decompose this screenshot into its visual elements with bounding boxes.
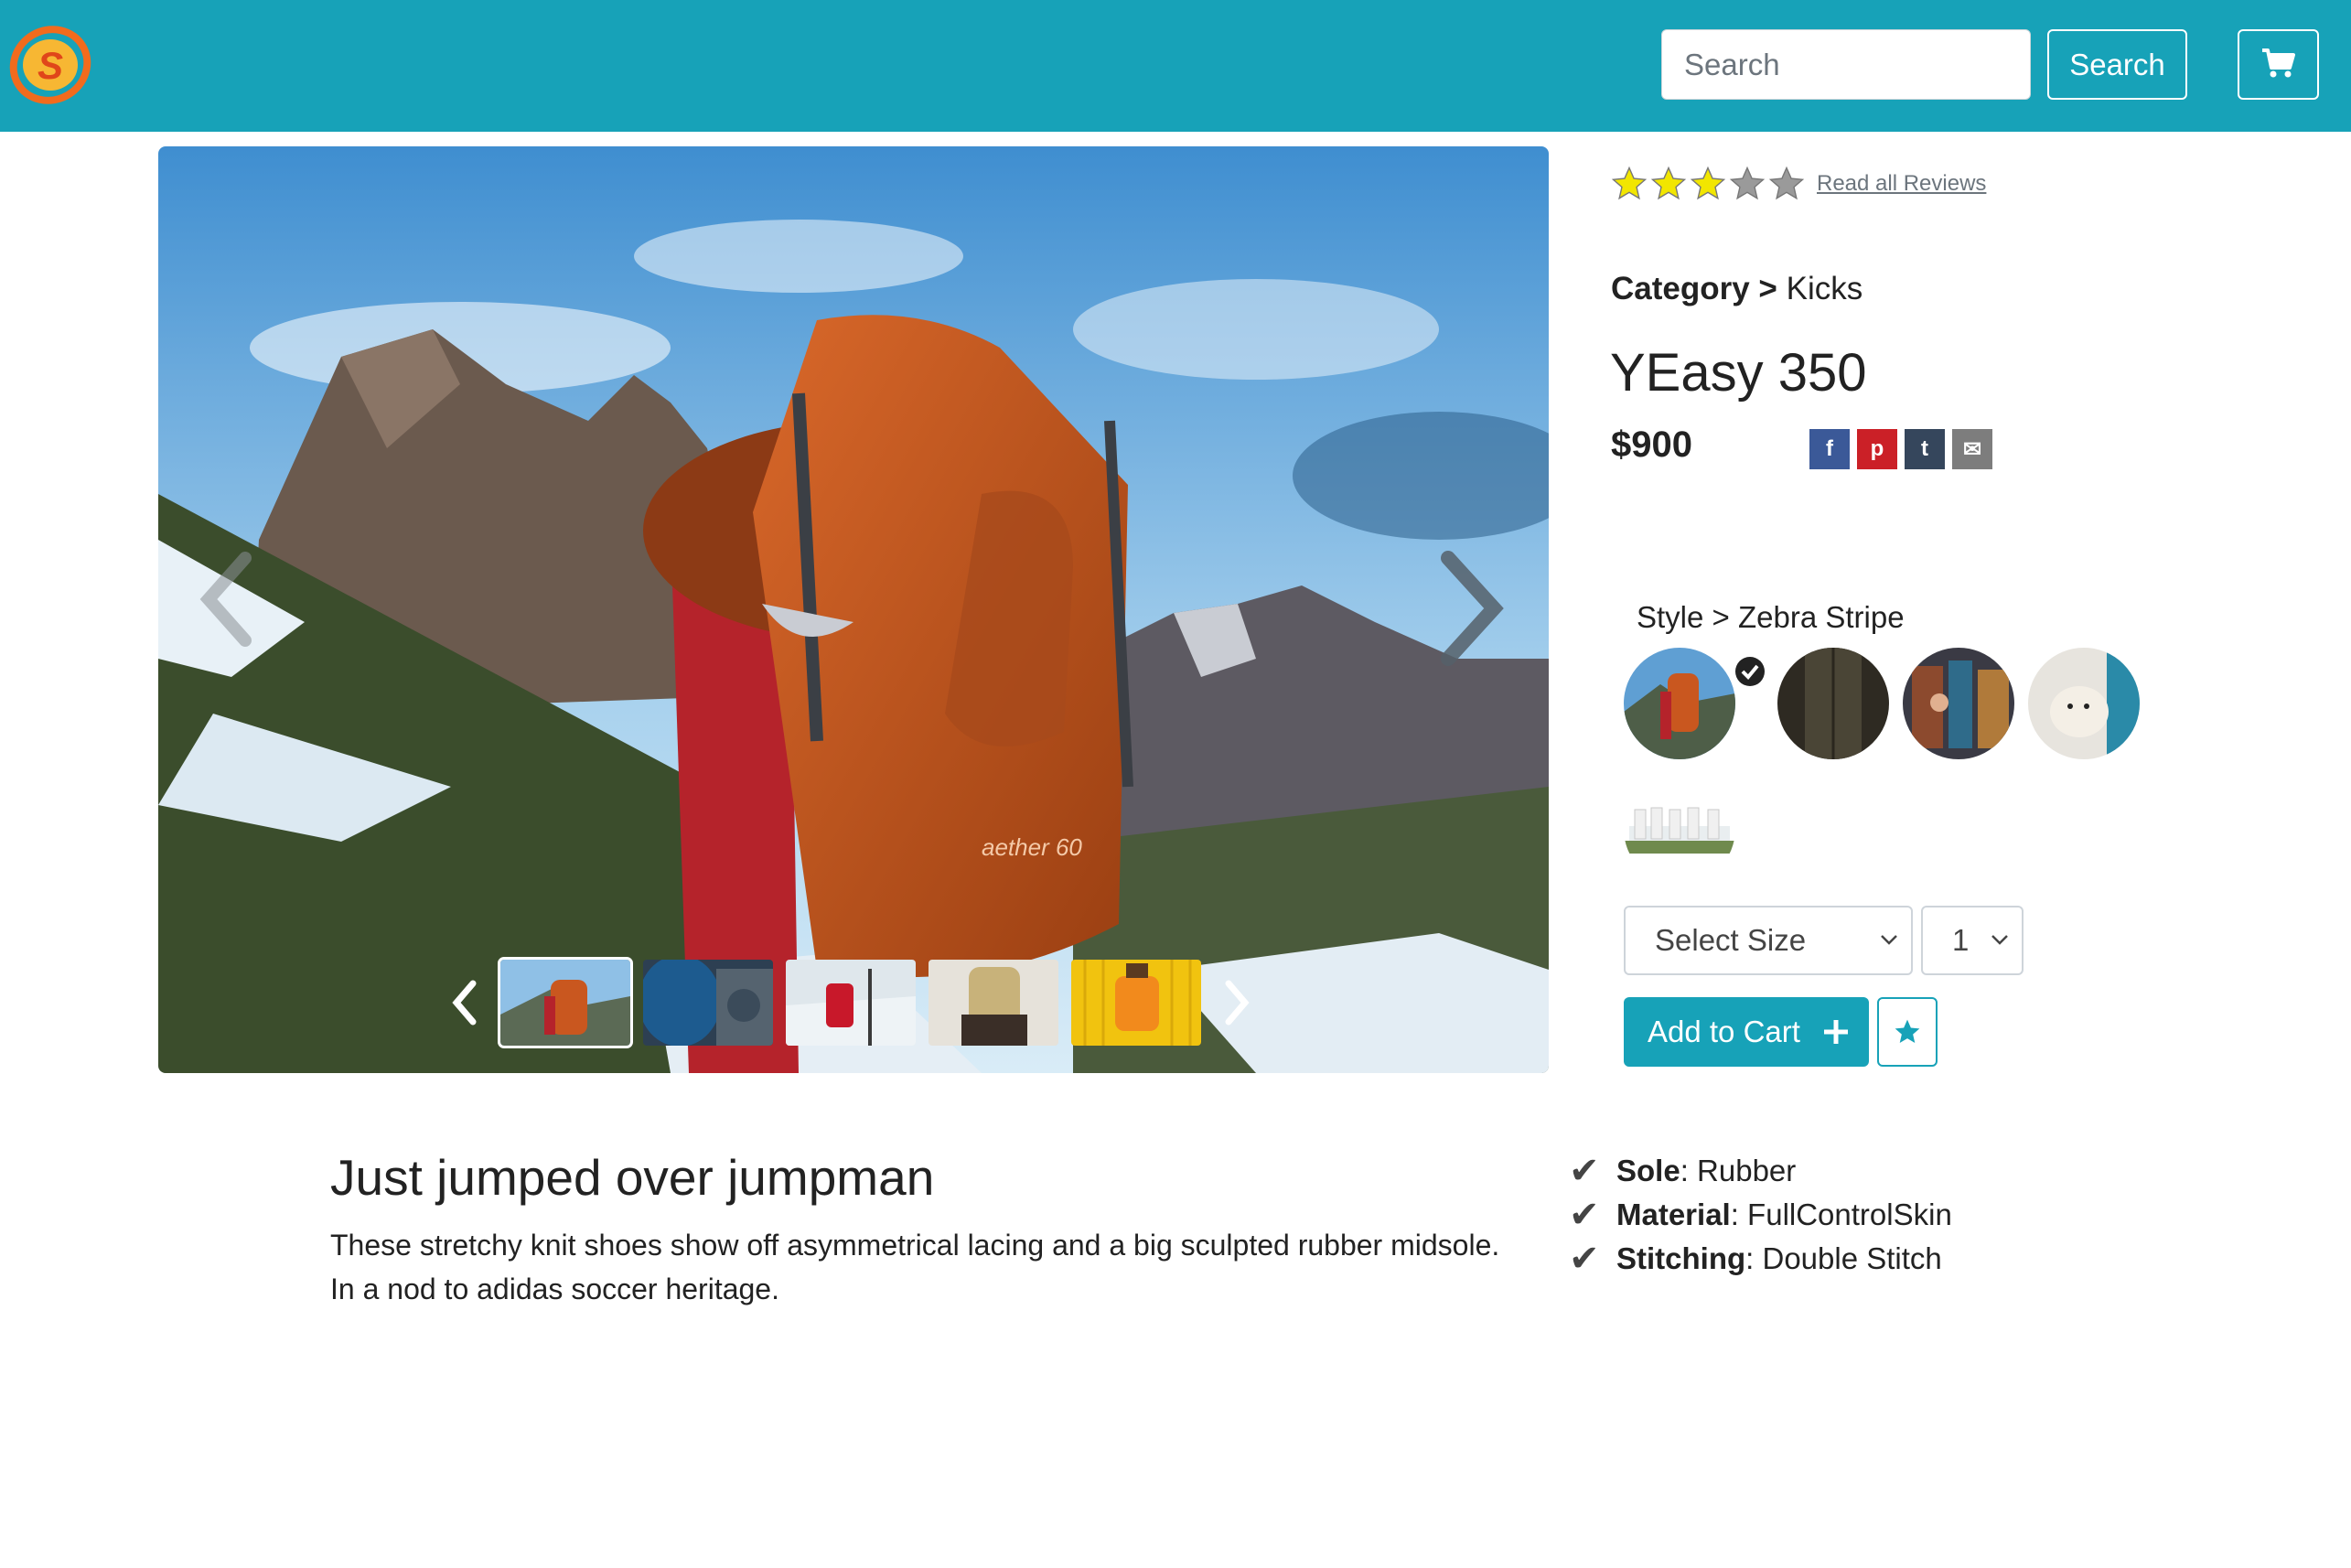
thumbnail-prev-button[interactable] bbox=[442, 961, 488, 1044]
thumbnail-item[interactable] bbox=[786, 960, 916, 1046]
style-swatch-group[interactable] bbox=[1624, 773, 1735, 885]
thumbnail-next-button[interactable] bbox=[1214, 961, 1260, 1044]
star-rating bbox=[1610, 165, 1806, 203]
size-select[interactable]: Select Size bbox=[1624, 906, 1913, 975]
facebook-icon[interactable]: f bbox=[1809, 429, 1850, 469]
product-title: YEasy 350 bbox=[1610, 343, 1867, 403]
feature-label: Material bbox=[1616, 1197, 1731, 1231]
checkmark-icon: ✔ bbox=[1569, 1239, 1600, 1279]
thumbnail-item[interactable] bbox=[1071, 960, 1201, 1046]
feature-label: Stitching bbox=[1616, 1241, 1746, 1275]
add-to-cart-label: Add to Cart bbox=[1648, 1015, 1800, 1048]
thumbnail-item[interactable] bbox=[929, 960, 1058, 1046]
feature-list: ✔ Sole : Rubber ✔ Material : FullControl… bbox=[1569, 1149, 1952, 1281]
cart-button[interactable] bbox=[2238, 29, 2319, 100]
tumblr-icon[interactable]: t bbox=[1905, 429, 1945, 469]
add-to-cart-button[interactable]: Add to Cart bbox=[1624, 997, 1869, 1067]
category-value[interactable]: Kicks bbox=[1787, 271, 1863, 306]
quantity-select[interactable]: 1 bbox=[1921, 906, 2024, 975]
feature-value: : FullControlSkin bbox=[1730, 1197, 1952, 1231]
carousel-prev-button[interactable] bbox=[195, 549, 259, 650]
thumbnail-item[interactable] bbox=[643, 960, 773, 1046]
checkmark-icon: ✔ bbox=[1569, 1195, 1600, 1235]
email-icon[interactable]: ✉ bbox=[1952, 429, 1992, 469]
feature-item: ✔ Material : FullControlSkin bbox=[1569, 1193, 1952, 1237]
search-input[interactable] bbox=[1661, 29, 2031, 100]
feature-label: Sole bbox=[1616, 1154, 1680, 1187]
svg-text:S: S bbox=[38, 44, 63, 87]
plus-icon bbox=[1823, 1020, 1848, 1044]
category-label: Category > bbox=[1611, 271, 1777, 306]
shopping-cart-icon bbox=[2261, 48, 2296, 81]
feature-value: : Rubber bbox=[1680, 1154, 1797, 1187]
description-line: In a nod to adidas soccer heritage. bbox=[330, 1273, 779, 1305]
star-empty-icon bbox=[1768, 166, 1805, 200]
top-navbar: S Search bbox=[0, 0, 2351, 132]
product-image-carousel: aether 60 bbox=[158, 146, 1549, 1073]
star-filled-icon bbox=[1611, 166, 1648, 200]
thumbnail-strip bbox=[442, 957, 1260, 1048]
svg-text:aether 60: aether 60 bbox=[982, 833, 1082, 861]
description-heading: Just jumped over jumpman bbox=[330, 1149, 935, 1206]
read-reviews-link[interactable]: Read all Reviews bbox=[1817, 171, 1986, 197]
pinterest-icon[interactable]: p bbox=[1857, 429, 1897, 469]
hero-image: aether 60 bbox=[158, 146, 1549, 1073]
share-buttons: f p t ✉ bbox=[1809, 429, 1992, 469]
feature-value: : Double Stitch bbox=[1745, 1241, 1942, 1275]
quantity-select-value: 1 bbox=[1952, 923, 1970, 957]
style-label: Style > Zebra Stripe bbox=[1637, 600, 1905, 634]
selected-check-icon bbox=[1734, 655, 1766, 688]
star-filled-icon bbox=[1690, 166, 1726, 200]
star-filled-icon bbox=[1650, 166, 1687, 200]
product-price: $900 bbox=[1611, 424, 1692, 465]
checkmark-icon: ✔ bbox=[1569, 1151, 1600, 1191]
chevron-down-icon bbox=[1881, 935, 1897, 945]
star-empty-icon bbox=[1729, 166, 1766, 200]
feature-item: ✔ Sole : Rubber bbox=[1569, 1149, 1952, 1193]
style-swatch-dark[interactable] bbox=[1777, 648, 1889, 759]
favorite-button[interactable] bbox=[1877, 997, 1938, 1067]
chevron-down-icon bbox=[1991, 935, 2008, 945]
style-swatch-hiker[interactable] bbox=[1624, 648, 1735, 759]
size-select-value: Select Size bbox=[1655, 923, 1807, 957]
breadcrumb-category: Category > Kicks bbox=[1611, 271, 1863, 307]
style-swatch-dog[interactable] bbox=[2028, 648, 2140, 759]
product-rating: Read all Reviews bbox=[1610, 165, 1986, 203]
carousel-next-button[interactable] bbox=[1430, 549, 1512, 668]
feature-item: ✔ Stitching : Double Stitch bbox=[1569, 1237, 1952, 1281]
description-line: These stretchy knit shoes show off asymm… bbox=[330, 1229, 1500, 1262]
star-icon bbox=[1895, 1019, 1920, 1043]
brand-logo[interactable]: S bbox=[7, 22, 93, 108]
thumbnail-item[interactable] bbox=[498, 957, 633, 1048]
search-button[interactable]: Search bbox=[2047, 29, 2187, 100]
style-swatch-shop[interactable] bbox=[1903, 648, 2014, 759]
